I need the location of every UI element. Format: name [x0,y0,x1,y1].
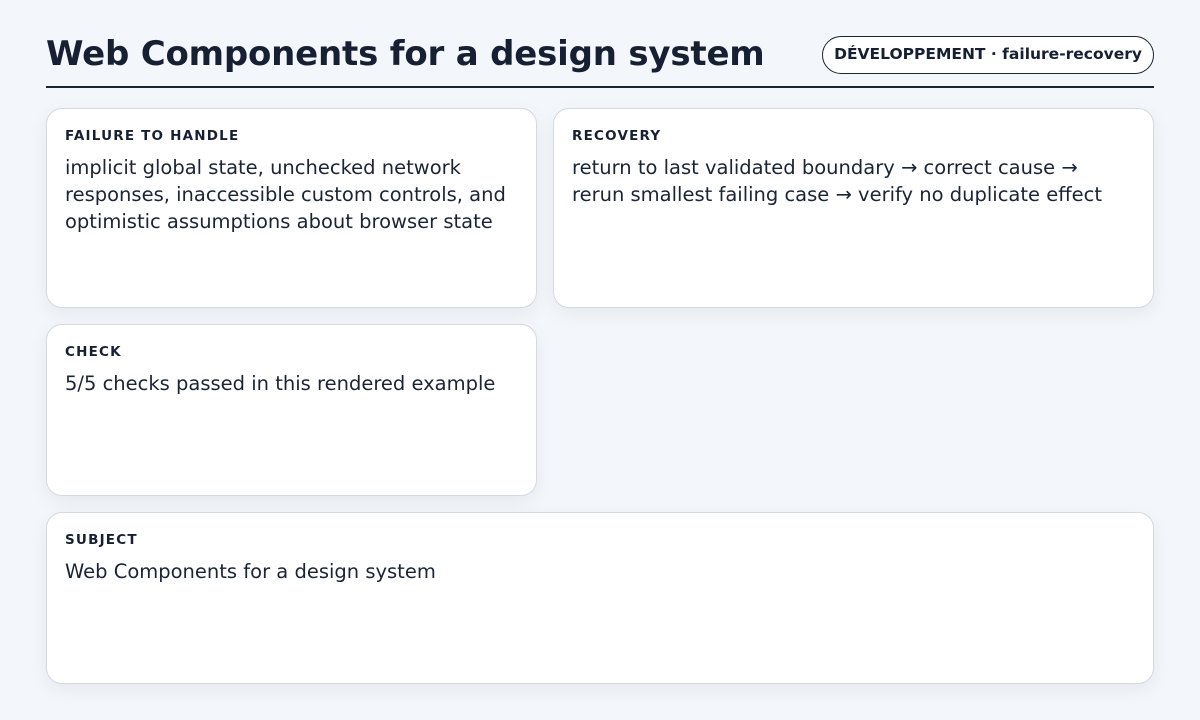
page-header: Web Components for a design system DÉVEL… [46,30,1154,88]
recovery-card-body: return to last validated boundary → corr… [572,156,1103,206]
failure-card-label: FAILURE TO HANDLE [65,128,240,144]
check-card-label: CHECK [65,344,122,360]
failure-card-body: implicit global state, unchecked network… [65,156,506,233]
subject-card: SUBJECT Web Components for a design syst… [46,512,1154,684]
subject-card-label: SUBJECT [65,532,138,548]
failure-card: FAILURE TO HANDLE implicit global state,… [46,108,537,308]
subject-card-body: Web Components for a design system [65,560,436,583]
check-card-body: 5/5 checks passed in this rendered examp… [65,372,496,395]
page: Web Components for a design system DÉVEL… [0,0,1200,720]
check-card: CHECK 5/5 checks passed in this rendered… [46,324,537,496]
page-title: Web Components for a design system [46,34,765,74]
category-badge: DÉVELOPPEMENT · failure-recovery [822,36,1154,74]
recovery-card-label: RECOVERY [572,128,662,144]
recovery-card: RECOVERY return to last validated bounda… [553,108,1154,308]
